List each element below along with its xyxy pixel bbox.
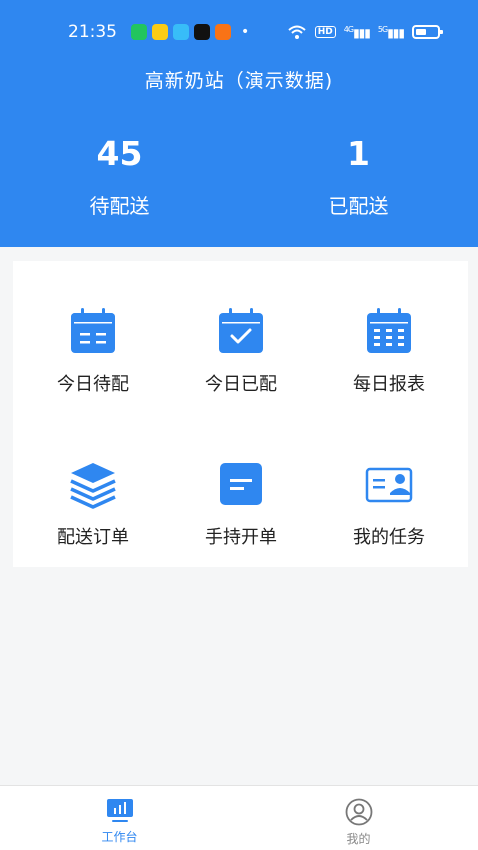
app-notification-icon bbox=[173, 24, 189, 40]
signal-icon: 4G▮▮▮ bbox=[343, 24, 371, 40]
tab-bar: 工作台 我的 bbox=[0, 785, 478, 850]
tile-today-delivered[interactable]: 今日已配 bbox=[165, 261, 317, 414]
app-notification-icon bbox=[152, 24, 168, 40]
calendar-grid-icon bbox=[367, 308, 411, 353]
battery-icon bbox=[412, 25, 443, 39]
tile-daily-report[interactable]: 每日报表 bbox=[313, 261, 465, 414]
user-icon bbox=[345, 798, 372, 826]
tab-label: 我的 bbox=[346, 832, 371, 846]
tab-workbench[interactable]: 工作台 bbox=[0, 786, 239, 850]
stat-value: 45 bbox=[96, 134, 143, 173]
layers-icon bbox=[70, 463, 116, 509]
app-notification-icon bbox=[131, 24, 147, 40]
tile-delivery-orders[interactable]: 配送订单 bbox=[17, 414, 169, 567]
stat-pending[interactable]: 45 待配送 bbox=[0, 132, 239, 219]
calendar-list-icon bbox=[71, 308, 115, 353]
signal-icon: 5G▮▮▮ bbox=[377, 24, 405, 40]
status-time: 21:35 bbox=[68, 22, 117, 42]
tile-label: 配送订单 bbox=[57, 527, 129, 548]
document-icon bbox=[220, 463, 262, 505]
app-notification-icon bbox=[215, 24, 231, 40]
tile-label: 手持开单 bbox=[205, 527, 277, 548]
tile-label: 我的任务 bbox=[353, 527, 425, 548]
tile-label: 每日报表 bbox=[353, 374, 425, 395]
tile-label: 今日待配 bbox=[57, 374, 129, 395]
status-dot: • bbox=[241, 24, 250, 40]
stat-value: 1 bbox=[347, 134, 370, 173]
status-bar: 21:35 • HD 4G▮▮▮ 5G▮▮▮ bbox=[0, 0, 478, 64]
tab-label: 工作台 bbox=[101, 830, 138, 844]
dashboard-icon bbox=[106, 799, 133, 822]
page-title: 高新奶站（演示数据) bbox=[144, 70, 334, 92]
tab-mine[interactable]: 我的 bbox=[239, 786, 478, 850]
tile-label: 今日已配 bbox=[205, 374, 277, 395]
id-card-icon bbox=[365, 467, 413, 503]
function-grid: 今日待配 今日已配 每日报表 配送订单 手持开单 我的任务 bbox=[13, 261, 468, 567]
calendar-check-icon bbox=[219, 308, 263, 353]
status-right: HD 4G▮▮▮ 5G▮▮▮ bbox=[287, 24, 443, 40]
stat-label: 已配送 bbox=[328, 194, 389, 218]
tile-handheld-order[interactable]: 手持开单 bbox=[165, 414, 317, 567]
header: 21:35 • HD 4G▮▮▮ 5G▮▮▮ 高新奶站（演示数据) 45 待配送… bbox=[0, 0, 478, 247]
hd-badge: HD bbox=[314, 26, 336, 38]
notification-icons bbox=[131, 24, 231, 40]
tile-my-tasks[interactable]: 我的任务 bbox=[313, 414, 465, 567]
stat-delivered[interactable]: 1 已配送 bbox=[239, 132, 478, 219]
stat-label: 待配送 bbox=[89, 194, 150, 218]
app-notification-icon bbox=[194, 24, 210, 40]
wifi-icon bbox=[288, 25, 306, 39]
tile-today-pending[interactable]: 今日待配 bbox=[17, 261, 169, 414]
